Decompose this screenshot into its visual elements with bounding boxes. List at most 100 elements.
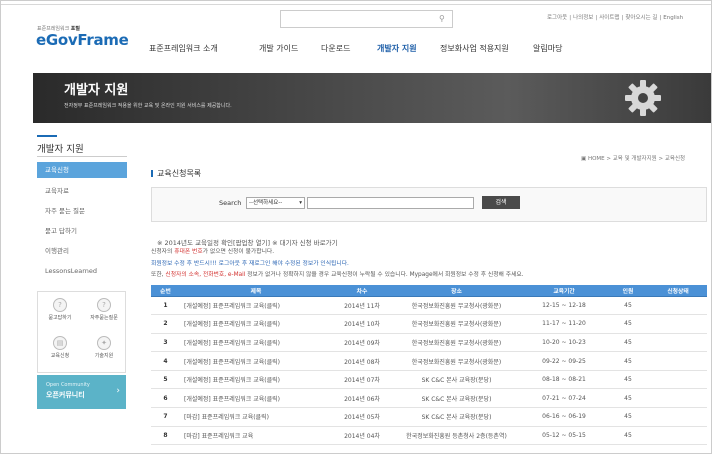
column-header: 신청상태 (649, 285, 707, 297)
table-row: 1 [개설예정] 표준프레임워크 교육(클릭) 2014년 11차 한국정보화진흥원 … (151, 296, 707, 316)
support-icon: ✦ (97, 336, 111, 350)
gnb-item[interactable]: 개발 가이드 (259, 43, 298, 54)
notice-text: 또한, (151, 272, 166, 278)
education-title-link[interactable]: [개설예정] 표준프레임워크 교육(클릭) (180, 333, 332, 353)
util-link[interactable]: 로그아웃 (547, 15, 567, 21)
brand-logo[interactable]: eGovFrame (36, 31, 129, 49)
util-separator: | (569, 15, 572, 21)
column-header: 인원 (607, 285, 649, 297)
gnb-item[interactable]: 다운로드 (321, 43, 350, 54)
lnb-item[interactable]: 묻고 답하기 (37, 223, 127, 239)
table-cell: 10-20 ~ 10-23 (521, 333, 607, 353)
education-title-link[interactable]: [개설예정] 표준프레임워크 교육(클릭) (180, 314, 332, 334)
lnb-title: 개발자 지원 (37, 144, 84, 155)
breadcrumb-text: HOME > 교육 및 개발자지원 > 교육신청 (587, 156, 686, 162)
util-link[interactable]: 사이트맵 (599, 15, 619, 21)
table-cell: 6 (151, 388, 180, 409)
notice-text: 회원정보 수정 후 반드시!!! 로그아웃 후 재로그인 해야 수정된 정보가 … (151, 261, 349, 267)
table-row: 8 [마감] 표준프레임워크 교육 2014년 04차 한국정보화진흥원 등촌청사 2… (151, 426, 707, 446)
table-cell: SK C&C 본사 교육장(분당) (392, 370, 521, 390)
education-title-link[interactable]: [개설예정] 표준프레임워크 교육(클릭) (180, 388, 332, 409)
community-en-label: Open Community (46, 382, 90, 388)
table-cell (649, 351, 707, 371)
quick-item[interactable]: ? 묻고답하기 (38, 298, 82, 321)
education-title-link[interactable]: [개설예정] 표준프레임워크 교육(클릭) (180, 370, 332, 390)
table-cell: 3 (151, 333, 180, 353)
table-cell: 45 (607, 296, 649, 316)
search-label: Search (219, 199, 242, 207)
notice-text: 신청자의 소속, 전화번호, e-Mail (165, 272, 246, 278)
table-cell: 45 (607, 333, 649, 353)
util-link[interactable]: 나의정보 (573, 15, 593, 21)
table-cell: 07-21 ~ 07-24 (521, 388, 607, 409)
table-cell: 7 (151, 407, 180, 427)
table-cell: 06-16 ~ 06-19 (521, 407, 607, 427)
lnb-divider (37, 156, 127, 157)
search-condition-select[interactable]: --선택하세요-- ▾ (246, 197, 305, 209)
util-separator: | (595, 15, 598, 21)
table-body: 1 [개설예정] 표준프레임워크 교육(클릭) 2014년 11차 한국정보화진흥원 … (151, 296, 707, 446)
search-keyword-input[interactable] (307, 197, 474, 209)
education-title-link[interactable]: [마감] 표준프레임워크 교육(클릭) (180, 407, 332, 427)
table-cell: 한국정보화진흥원 등촌청사 2층(등촌역) (392, 426, 521, 446)
table-cell: 한국정보화진흥원 무교청사(광화문) (392, 314, 521, 334)
education-title-link[interactable]: [마감] 표준프레임워크 교육 (180, 426, 332, 446)
table-cell: 45 (607, 426, 649, 446)
lnb-item[interactable]: 이행관리 (37, 243, 127, 259)
table-cell: 2014년 05차 (332, 407, 392, 427)
table-cell (649, 296, 707, 316)
lnb-item[interactable]: 자주 묻는 질문 (37, 203, 127, 219)
search-panel: Search --선택하세요-- ▾ 검색 (151, 187, 707, 222)
notice-line: 또한, 신청자의 소속, 전화번호, e-Mail 정보가 없거나 정확하지 않… (151, 269, 524, 278)
top-rule (1, 1, 711, 5)
table-cell: 한국정보화진흥원 무교청사(광화문) (392, 333, 521, 353)
table-cell: SK C&C 본사 교육장(분당) (392, 388, 521, 409)
quick-item[interactable]: ✦ 기술지원 (82, 336, 126, 359)
table-cell: 8 (151, 426, 180, 446)
gnb-item[interactable]: 개발자 지원 (377, 43, 417, 54)
home-icon: ▣ (581, 156, 587, 162)
column-header: 차수 (332, 285, 392, 297)
page-banner: 개발자 지원 전자정부 표준프레임워크 적용을 위한 교육 및 온라인 지원 서… (33, 73, 711, 123)
table-cell: 1 (151, 296, 180, 316)
gnb-item[interactable]: 알림마당 (533, 43, 562, 54)
quick-item[interactable]: ▤ 교육신청 (38, 336, 82, 359)
lnb-item[interactable]: 교육신청 (37, 162, 127, 178)
search-button[interactable]: 검색 (482, 196, 520, 209)
table-cell: 2014년 10차 (332, 314, 392, 334)
utility-links: 로그아웃 | 나의정보 | 사이트맵 | 찾아오시는 길 | English (546, 13, 684, 21)
table-cell: 2014년 04차 (332, 426, 392, 446)
column-header: 교육기간 (521, 285, 607, 297)
lnb-item[interactable]: 교육자료 (37, 183, 127, 199)
notice-line: 신청자의 휴대폰 번호가 없으면 신청이 불가합니다. (151, 246, 274, 255)
table-cell: 05-12 ~ 05-15 (521, 426, 607, 446)
education-icon: ▤ (53, 336, 67, 350)
site-search-input[interactable]: ⚲ (280, 10, 453, 28)
quick-item-label: 묻고답하기 (48, 315, 72, 321)
table-row: 4 [개설예정] 표준프레임워크 교육(클릭) 2014년 08차 한국정보화진흥원 … (151, 351, 707, 371)
util-link[interactable]: 찾아오시는 길 (625, 15, 657, 21)
education-title-link[interactable]: [개설예정] 표준프레임워크 교육(클릭) (180, 296, 332, 316)
column-header: 장소 (392, 285, 521, 297)
search-icon[interactable]: ⚲ (439, 14, 448, 23)
table-cell: 45 (607, 407, 649, 427)
notice-text: 휴대폰 번호 (174, 249, 203, 255)
table-row: 6 [개설예정] 표준프레임워크 교육(클릭) 2014년 06차 SK C&C 본사… (151, 388, 707, 409)
util-link[interactable]: English (663, 15, 683, 21)
notice-text: 신청자의 (151, 249, 175, 255)
open-community-banner[interactable]: Open Community 오픈커뮤니티 › (37, 375, 126, 409)
gnb-item[interactable]: 정보화사업 적용지원 (440, 43, 509, 54)
quick-item[interactable]: ? 자주묻는질문 (82, 298, 126, 321)
table-cell: 11-17 ~ 11-20 (521, 314, 607, 334)
table-cell: 08-18 ~ 08-21 (521, 370, 607, 390)
banner-description: 전자정부 표준프레임워크 적용을 위한 교육 및 온라인 지원 서비스를 제공합… (64, 103, 232, 109)
gnb-item[interactable]: 표준프레임워크 소개 (149, 43, 218, 54)
education-title-link[interactable]: [개설예정] 표준프레임워크 교육(클릭) (180, 351, 332, 371)
page-frame: 표준프레임워크 포털 eGovFrame ⚲ 로그아웃 | 나의정보 | 사이트맵 | 찾아… (0, 0, 712, 454)
breadcrumb: ▣ HOME > 교육 및 개발자지원 > 교육신청 (581, 154, 685, 162)
table-cell: 45 (607, 314, 649, 334)
lnb-item[interactable]: LessonsLearned (37, 263, 127, 279)
chevron-right-icon: › (116, 386, 120, 396)
quick-menu: ? 묻고답하기? 자주묻는질문 ▤ 교육신청 ✦ 기술지원 (37, 291, 126, 373)
table-cell: 5 (151, 370, 180, 390)
